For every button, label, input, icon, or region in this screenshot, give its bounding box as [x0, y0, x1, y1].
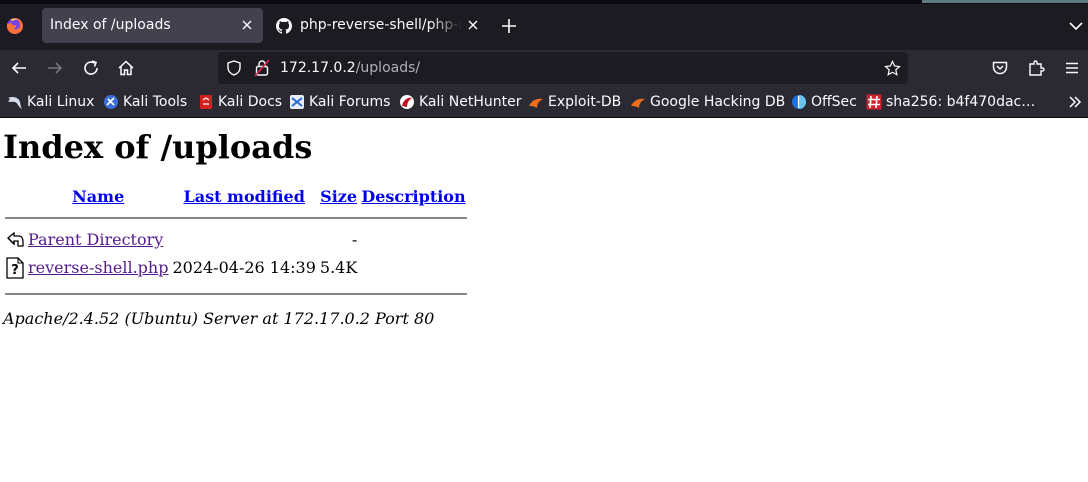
modified-cell: 2024-04-26 14:39 [172, 258, 316, 277]
bookmark-label: Google Hacking DB [650, 94, 786, 110]
bookmarks-toolbar: Kali Linux Kali Tools Kali Docs Kali For… [0, 87, 1088, 118]
application-menu-icon[interactable] [1063, 59, 1081, 77]
bookmark-google-hacking-db[interactable]: Google Hacking DB [630, 94, 785, 110]
address-bar[interactable]: 172.17.0.2/uploads/ [218, 52, 908, 84]
bookmark-label: sha256: b4f470dac… [886, 94, 1036, 110]
tab-php-reverse-shell[interactable]: php-reverse-shell/php-re [270, 8, 483, 43]
parent-directory-icon [7, 231, 24, 247]
firefox-icon[interactable] [6, 17, 24, 35]
table-row: Parent Directory - [5, 229, 467, 255]
separator-row [5, 285, 467, 303]
tab-index-of-uploads[interactable]: Index of /uploads [42, 8, 263, 43]
list-all-tabs-chevron-icon[interactable] [1068, 18, 1084, 34]
extensions-puzzle-icon[interactable] [1027, 59, 1045, 77]
kali-tools-icon [104, 95, 118, 109]
bookmark-kali-docs[interactable]: Kali Docs [198, 94, 282, 110]
table-row: ? reverse-shell.php 2024-04-26 14:39 5.4… [5, 257, 467, 283]
table-header-row: Name Last modified Size Description [5, 186, 467, 207]
size-cell: - [351, 230, 358, 249]
forward-arrow-icon[interactable] [46, 59, 64, 77]
window-top-accent [922, 0, 1088, 3]
bookmark-kali-linux[interactable]: Kali Linux [7, 94, 94, 110]
sort-by-size-link[interactable]: Size [320, 187, 357, 206]
bookmark-label: Kali Linux [27, 94, 95, 110]
tab-bar: Index of /uploads php-reverse-shell/php-… [0, 0, 1088, 50]
separator-row [5, 209, 467, 227]
pocket-icon[interactable] [991, 59, 1009, 77]
bookmark-kali-tools[interactable]: Kali Tools [103, 94, 187, 110]
bookmark-kali-nethunter[interactable]: Kali NetHunter [399, 94, 521, 110]
kali-nethunter-icon [400, 95, 414, 109]
github-icon [276, 18, 292, 34]
modified-column-header: Last modified [171, 186, 316, 207]
offsec-icon [792, 95, 806, 109]
server-signature: Apache/2.4.52 (Ubuntu) Server at 172.17.… [3, 309, 435, 328]
hash-icon [866, 94, 882, 110]
description-cell [360, 229, 466, 255]
reload-icon[interactable] [82, 59, 100, 77]
bookmark-exploit-db[interactable]: Exploit-DB [528, 94, 621, 110]
tab-title: php-reverse-shell/php-re [300, 17, 462, 33]
tracking-protection-shield-icon[interactable] [226, 60, 242, 76]
url-path: /uploads/ [355, 60, 421, 76]
sort-by-name-link[interactable]: Name [72, 187, 124, 206]
page-content: Index of /uploads Name Last modified Siz… [0, 118, 1088, 482]
kali-dragon-icon [8, 96, 22, 109]
divider [5, 217, 467, 219]
sort-by-description-link[interactable]: Description [361, 187, 465, 206]
bookmark-label: OffSec [811, 94, 857, 110]
name-column-header: Name [27, 186, 169, 207]
tab-title: Index of /uploads [50, 17, 171, 33]
kali-docs-icon [200, 95, 212, 109]
home-icon[interactable] [117, 59, 135, 77]
bookmark-label: Kali NetHunter [419, 94, 522, 110]
unknown-file-icon: ? [6, 257, 24, 279]
size-cell: 5.4K [319, 258, 358, 277]
bookmark-offsec[interactable]: OffSec [791, 94, 857, 110]
sort-by-modified-link[interactable]: Last modified [183, 187, 304, 206]
kali-forums-icon [290, 95, 304, 109]
svg-text:?: ? [11, 263, 19, 278]
bookmark-label: Kali Tools [123, 94, 188, 110]
size-column-header: Size [319, 186, 358, 207]
close-tab-icon[interactable] [240, 18, 254, 32]
description-cell [360, 257, 466, 283]
bookmark-label: Exploit-DB [548, 94, 622, 110]
description-column-header: Description [360, 186, 466, 207]
page-heading: Index of /uploads [3, 128, 313, 166]
parent-directory-link[interactable]: Parent Directory [28, 230, 163, 249]
url-text[interactable]: 172.17.0.2/uploads/ [280, 60, 420, 76]
bookmark-kali-forums[interactable]: Kali Forums [289, 94, 390, 110]
more-bookmarks-chevron-icon[interactable] [1068, 95, 1082, 109]
bookmark-star-icon[interactable] [884, 60, 901, 77]
bookmark-label: Kali Docs [218, 94, 283, 110]
exploit-db-icon [529, 98, 543, 108]
icon-column-header [5, 186, 25, 207]
bookmark-label: Kali Forums [309, 94, 391, 110]
url-host: 172.17.0.2 [280, 60, 356, 76]
insecure-lock-icon[interactable] [254, 59, 270, 77]
divider [5, 293, 467, 295]
reverse-shell-file-link[interactable]: reverse-shell.php [28, 258, 168, 277]
modified-cell [171, 229, 316, 255]
ghdb-icon [631, 98, 645, 108]
close-tab-icon[interactable] [466, 18, 480, 32]
new-tab-plus-icon[interactable] [500, 17, 518, 35]
bookmark-sha256[interactable]: sha256: b4f470dac… [866, 94, 1035, 110]
directory-listing-table: Name Last modified Size Description Pare… [3, 184, 469, 305]
back-arrow-icon[interactable] [10, 59, 28, 77]
